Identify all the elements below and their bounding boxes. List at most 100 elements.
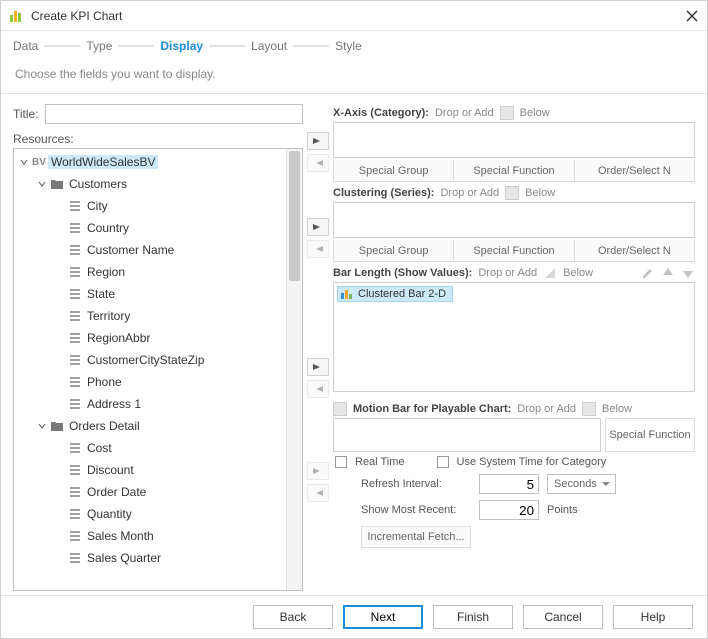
step-display[interactable]: Display [160,39,203,53]
recent-label: Show Most Recent: [361,504,471,516]
tree-leaf[interactable]: Region [14,261,286,283]
remove-from-motion-button[interactable] [307,484,329,502]
add-to-motion-button[interactable] [307,462,329,480]
xaxis-special-group-button[interactable]: Special Group [333,160,454,182]
tree-scrollbar[interactable] [286,149,302,590]
remove-from-cluster-button[interactable] [307,240,329,258]
cluster-dropzone[interactable] [333,202,695,238]
bar-dropzone[interactable]: Clustered Bar 2-D [333,282,695,392]
left-panel: Title: Resources: BV WorldWideSalesBV Cu… [13,104,303,591]
tree-leaf[interactable]: Cost [14,437,286,459]
realtime-checkbox[interactable] [335,456,347,468]
field-icon [66,397,84,411]
incremental-fetch-button[interactable]: Incremental Fetch... [361,526,471,548]
recent-input[interactable] [479,500,539,520]
bar-chip[interactable]: Clustered Bar 2-D [337,286,453,302]
motion-special-function-button[interactable]: Special Function [605,418,695,452]
tree-node-orders[interactable]: Orders Detail [14,415,286,437]
dialog-footer: Back Next Finish Cancel Help [1,596,707,638]
field-icon [66,463,84,477]
tree-leaf[interactable]: Quantity [14,503,286,525]
tree-leaf[interactable]: Order Date [14,481,286,503]
field-icon [66,529,84,543]
field-icon [66,243,84,257]
chevron-down-icon[interactable] [36,180,48,188]
systime-checkbox[interactable] [437,456,449,468]
placement-icon [582,402,596,416]
folder-icon [48,419,66,433]
tree-leaf[interactable]: RegionAbbr [14,327,286,349]
xaxis-order-select-button[interactable]: Order/Select N [575,160,695,182]
back-button[interactable]: Back [253,605,333,629]
field-icon [66,507,84,521]
xaxis-dropzone[interactable] [333,122,695,158]
scroll-thumb[interactable] [289,151,300,281]
bv-icon: BV [30,157,48,168]
add-to-xaxis-button[interactable] [307,132,329,150]
tree-leaf[interactable]: Address 1 [14,393,286,415]
right-panel: X-Axis (Category): Drop or Add Below Spe… [333,104,695,591]
refresh-label: Refresh Interval: [361,478,471,490]
tree-node-root[interactable]: BV WorldWideSalesBV [14,151,286,173]
field-icon [66,287,84,301]
tree-node-customers[interactable]: Customers [14,173,286,195]
tree-leaf[interactable]: Phone [14,371,286,393]
folder-icon [48,177,66,191]
app-icon [9,9,25,23]
remove-from-xaxis-button[interactable] [307,154,329,172]
field-icon [66,309,84,323]
step-layout[interactable]: Layout [251,39,287,53]
motion-title: Motion Bar for Playable Chart: [353,403,511,415]
placement-icon [505,186,519,200]
cluster-special-function-button[interactable]: Special Function [454,240,574,262]
tree-leaf[interactable]: Territory [14,305,286,327]
tree-leaf[interactable]: City [14,195,286,217]
recent-unit: Points [547,504,578,516]
tree-leaf[interactable]: Country [14,217,286,239]
tree-leaf[interactable]: CustomerCityStateZip [14,349,286,371]
close-button[interactable] [685,9,699,23]
tree-leaf[interactable]: Sales Quarter [14,547,286,569]
cancel-button[interactable]: Cancel [523,605,603,629]
field-icon [66,441,84,455]
xaxis-title: X-Axis (Category): [333,107,429,119]
tree-leaf[interactable]: Discount [14,459,286,481]
remove-from-bar-button[interactable] [307,380,329,398]
motion-dropzone[interactable] [333,418,601,452]
realtime-label: Real Time [355,456,405,468]
bar-chart-icon [340,288,354,300]
step-type[interactable]: Type [86,39,112,53]
title-label: Title: [13,107,39,121]
move-down-icon[interactable] [681,266,695,280]
dialog-create-kpi-chart: Create KPI Chart Data Type Display Layou… [0,0,708,639]
next-button[interactable]: Next [343,605,423,629]
chevron-down-icon[interactable] [36,422,48,430]
step-style[interactable]: Style [335,39,362,53]
step-data[interactable]: Data [13,39,38,53]
title-input[interactable] [45,104,303,124]
chevron-down-icon[interactable] [18,158,30,166]
finish-button[interactable]: Finish [433,605,513,629]
wizard-steps: Data Type Display Layout Style [1,31,707,61]
window-title: Create KPI Chart [31,9,122,23]
add-to-bar-button[interactable] [307,358,329,376]
placement-icon [543,266,557,280]
help-button[interactable]: Help [613,605,693,629]
cluster-special-group-button[interactable]: Special Group [333,240,454,262]
resources-label: Resources: [13,132,303,146]
systime-label: Use System Time for Category [457,456,607,468]
resources-tree[interactable]: BV WorldWideSalesBV Customers City Count… [14,149,286,590]
move-up-icon[interactable] [661,266,675,280]
tree-leaf[interactable]: Customer Name [14,239,286,261]
tree-leaf[interactable]: State [14,283,286,305]
refresh-unit-select[interactable]: Seconds [547,474,616,494]
add-to-cluster-button[interactable] [307,218,329,236]
tree-leaf[interactable]: Sales Month [14,525,286,547]
xaxis-special-function-button[interactable]: Special Function [454,160,574,182]
bar-title: Bar Length (Show Values): [333,267,472,279]
refresh-interval-input[interactable] [479,474,539,494]
field-icon [66,221,84,235]
edit-icon[interactable] [641,266,655,280]
field-icon [66,375,84,389]
cluster-order-select-button[interactable]: Order/Select N [575,240,695,262]
